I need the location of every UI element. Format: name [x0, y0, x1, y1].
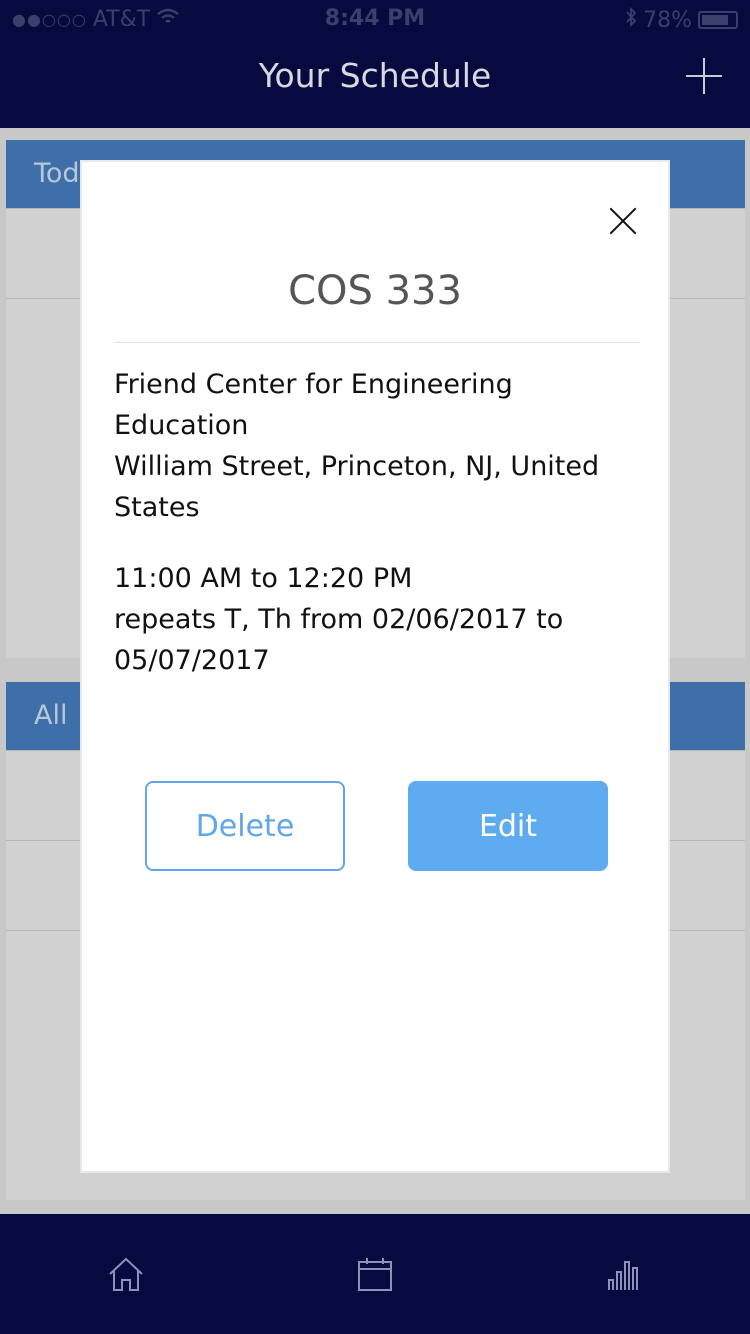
top-bar: ●●○○○ AT&T 8:44 PM 78% Your Schedule — [0, 0, 750, 128]
screen: ●●○○○ AT&T 8:44 PM 78% Your Schedule Tod… — [0, 0, 750, 1334]
stats-icon[interactable] — [603, 1254, 643, 1294]
plus-icon[interactable] — [686, 58, 722, 94]
edit-button[interactable]: Edit — [408, 781, 608, 871]
location-block: Friend Center for Engineering Education … — [114, 364, 644, 528]
bluetooth-icon — [625, 6, 637, 33]
battery-icon — [698, 11, 738, 29]
close-icon[interactable] — [608, 206, 638, 236]
repeat-info: repeats T, Th from 02/06/2017 to 05/07/2… — [114, 604, 564, 676]
tab-bar — [0, 1214, 750, 1334]
status-bar: ●●○○○ AT&T 8:44 PM 78% — [0, 0, 750, 40]
event-details: Friend Center for Engineering Education … — [114, 364, 644, 711]
location-address: William Street, Princeton, NJ, United St… — [114, 451, 600, 523]
calendar-icon[interactable] — [355, 1254, 395, 1294]
home-icon[interactable] — [106, 1254, 146, 1294]
location-name: Friend Center for Engineering Education — [114, 369, 513, 441]
page-title: Your Schedule — [258, 56, 492, 95]
modal-title: COS 333 — [288, 268, 462, 314]
time-block: 11:00 AM to 12:20 PM repeats T, Th from … — [114, 558, 644, 681]
battery-group: 78% — [625, 6, 738, 33]
event-detail-modal: COS 333 Friend Center for Engineering Ed… — [80, 160, 670, 1173]
time-range: 11:00 AM to 12:20 PM — [114, 563, 413, 594]
divider — [114, 342, 640, 343]
delete-button[interactable]: Delete — [145, 781, 345, 871]
battery-percent: 78% — [643, 7, 692, 33]
